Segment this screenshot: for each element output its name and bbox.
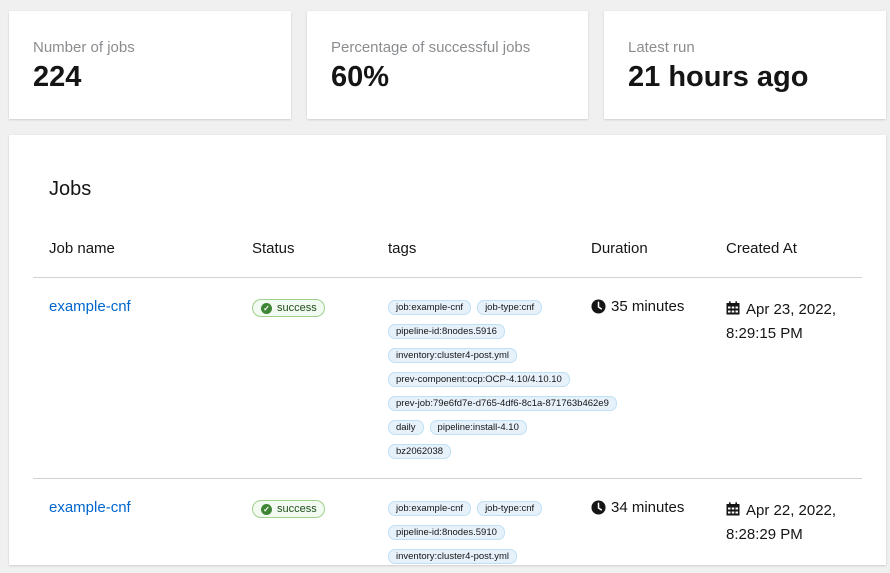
stat-label: Latest run [628, 39, 695, 56]
column-header-job-name[interactable]: Job name [49, 240, 115, 257]
status-badge: ✓ success [252, 500, 325, 518]
stat-value: 21 hours ago [628, 61, 809, 93]
jobs-card: Jobs Job name Status tags Duration Creat… [9, 135, 886, 565]
tag[interactable]: inventory:cluster4-post.yml [388, 549, 517, 564]
stat-card-success-rate: Percentage of successful jobs 60% [307, 11, 588, 119]
job-name-link[interactable]: example-cnf [49, 298, 131, 315]
created-at: Apr 23, 2022, 8:29:15 PM [726, 298, 861, 346]
stat-label: Number of jobs [33, 39, 135, 56]
calendar-icon [726, 502, 740, 516]
clock-icon [591, 500, 606, 515]
row-divider [33, 478, 862, 479]
jobs-title: Jobs [49, 178, 92, 200]
calendar-icon [726, 301, 740, 315]
column-header-tags[interactable]: tags [388, 240, 416, 257]
column-header-duration[interactable]: Duration [591, 240, 648, 257]
header-divider [33, 277, 862, 278]
tag[interactable]: prev-job:79e6fd7e-d765-4df6-8c1a-871763b… [388, 396, 617, 411]
job-duration: 34 minutes [591, 499, 684, 516]
job-name-link[interactable]: example-cnf [49, 499, 131, 516]
tag[interactable]: job:example-cnf [388, 300, 472, 315]
tag-group: job:example-cnf job-type:cnf pipeline-id:… [388, 300, 648, 468]
stat-label: Percentage of successful jobs [331, 39, 531, 56]
status-label: success [277, 503, 317, 515]
tag[interactable]: bz2062038 [388, 444, 452, 459]
clock-icon [591, 299, 606, 314]
created-date: Apr 22, 2022, [746, 502, 837, 519]
created-time: 8:28:29 PM [726, 526, 803, 543]
tag[interactable]: job-type:cnf [477, 300, 543, 315]
job-duration: 35 minutes [591, 298, 684, 315]
created-at: Apr 22, 2022, 8:28:29 PM [726, 499, 861, 547]
created-date: Apr 23, 2022, [746, 301, 837, 318]
tag[interactable]: job-type:cnf [477, 501, 543, 516]
tag[interactable]: prev-component:ocp:OCP-4.10/4.10.10 [388, 372, 570, 387]
tag[interactable]: pipeline:install-4.10 [429, 420, 527, 435]
created-time: 8:29:15 PM [726, 325, 803, 342]
stat-value: 224 [33, 61, 82, 93]
tag[interactable]: pipeline-id:8nodes.5916 [388, 324, 505, 339]
status-badge: ✓ success [252, 299, 325, 317]
tag[interactable]: pipeline-id:8nodes.5910 [388, 525, 505, 540]
duration-label: 34 minutes [611, 499, 685, 516]
duration-label: 35 minutes [611, 298, 685, 315]
status-label: success [277, 302, 317, 314]
check-circle-icon: ✓ [261, 503, 272, 515]
stat-card-latest-run: Latest run 21 hours ago [604, 11, 886, 119]
column-header-created-at[interactable]: Created At [726, 240, 797, 257]
stat-card-jobs-count: Number of jobs 224 [9, 11, 291, 119]
tag[interactable]: inventory:cluster4-post.yml [388, 348, 517, 363]
tag[interactable]: job:example-cnf [388, 501, 472, 516]
column-header-status[interactable]: Status [252, 240, 295, 257]
stat-value: 60% [331, 61, 390, 93]
tag[interactable]: daily [388, 420, 424, 435]
check-circle-icon: ✓ [261, 302, 272, 314]
